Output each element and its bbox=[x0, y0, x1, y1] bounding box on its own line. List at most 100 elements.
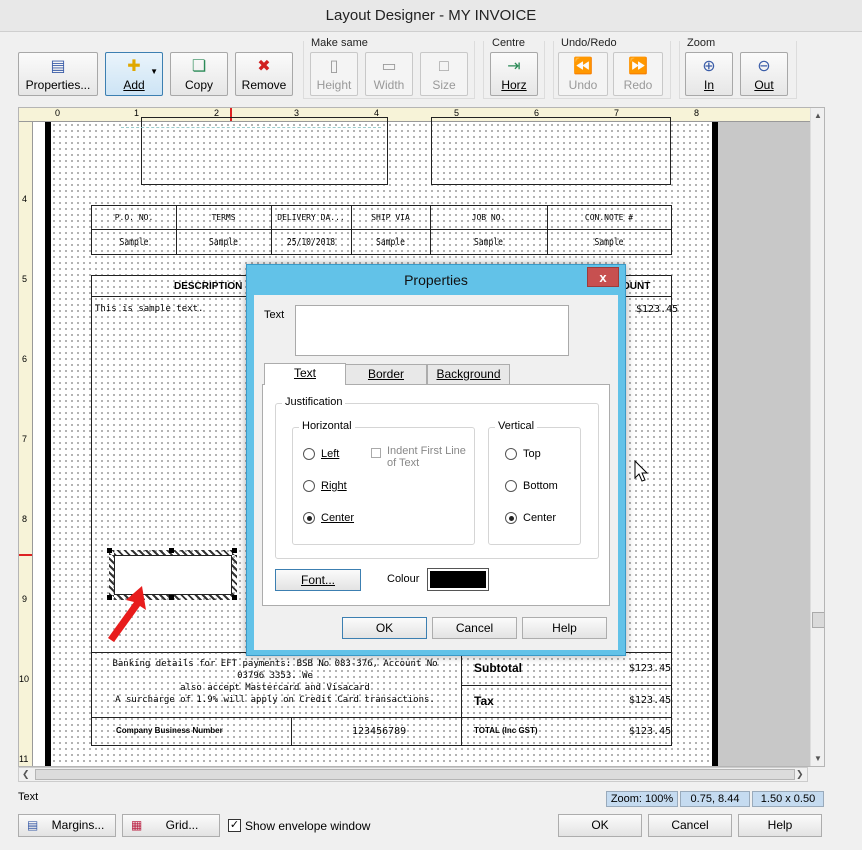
undo-redo-label: Undo/Redo bbox=[561, 37, 617, 49]
add-dropdown-icon[interactable]: ▼ bbox=[150, 67, 158, 76]
height-button[interactable]: ▯ Height bbox=[310, 52, 358, 96]
grid-button[interactable]: ▦ Grid... bbox=[122, 814, 220, 837]
height-icon: ▯ bbox=[329, 58, 339, 75]
value-con-note[interactable]: Sample bbox=[559, 237, 658, 248]
redo-button[interactable]: ⏩ Redo bbox=[613, 52, 663, 96]
make-same-label: Make same bbox=[311, 37, 368, 49]
tab-border[interactable]: Border bbox=[345, 364, 427, 386]
value-delivery[interactable]: 25/10/2018 bbox=[279, 237, 343, 248]
header-ship-via[interactable]: SHIP VIA bbox=[351, 213, 430, 222]
dialog-ok-button[interactable]: OK bbox=[342, 617, 427, 639]
scroll-thumb[interactable] bbox=[812, 612, 824, 628]
colour-swatch bbox=[430, 571, 486, 588]
scroll-up-icon[interactable]: ▲ bbox=[814, 111, 822, 120]
zoom-out-button[interactable]: ⊖ Out bbox=[740, 52, 788, 96]
scroll-down-icon[interactable]: ▼ bbox=[814, 754, 822, 763]
guide-line bbox=[121, 127, 381, 128]
radio-v-center[interactable]: Center bbox=[505, 512, 556, 525]
cancel-button[interactable]: Cancel bbox=[648, 814, 732, 837]
value-ship-via[interactable]: Sample bbox=[359, 237, 422, 248]
value-po[interactable]: Sample bbox=[100, 237, 167, 248]
help-button[interactable]: Help bbox=[738, 814, 822, 837]
margins-button[interactable]: ▤ Margins... bbox=[18, 814, 116, 837]
undo-icon: ⏪ bbox=[573, 58, 593, 75]
scroll-left-icon[interactable]: ❮ bbox=[22, 769, 30, 780]
radio-v-top[interactable]: Top bbox=[505, 448, 541, 461]
properties-button[interactable]: ▤ Properties... bbox=[18, 52, 98, 96]
centre-label: Centre bbox=[492, 37, 526, 49]
centre-horz-button[interactable]: ⇥ Horz bbox=[490, 52, 538, 96]
properties-dialog: Properties x Text Border Background Just… bbox=[246, 264, 626, 656]
radio-h-center[interactable]: Center bbox=[303, 512, 354, 525]
order-info-table[interactable]: P.O. NO. TERMS DELIVERY DA... SHIP VIA J… bbox=[91, 205, 672, 255]
total-value[interactable]: $123.45 bbox=[629, 726, 671, 737]
header-po[interactable]: P.O. NO. bbox=[92, 213, 176, 222]
zoom-out-icon: ⊖ bbox=[757, 58, 771, 75]
justification-group: Justification Horizontal Left Right Cent… bbox=[275, 396, 599, 559]
text-input[interactable] bbox=[295, 305, 569, 356]
value-terms[interactable]: Sample bbox=[186, 237, 262, 248]
scroll-right-icon[interactable]: ❯ bbox=[796, 769, 804, 780]
size-button[interactable]: □ Size bbox=[420, 52, 468, 96]
dialog-body: Text Border Background Justification Hor… bbox=[254, 295, 618, 650]
font-button[interactable]: Font... bbox=[275, 569, 361, 591]
undo-button[interactable]: ⏪ Undo bbox=[558, 52, 608, 96]
header-con-note[interactable]: CON.NOTE # bbox=[547, 213, 671, 222]
indent-checkbox[interactable] bbox=[371, 448, 381, 458]
banking-details[interactable]: Banking details for EFT payments: BSB No… bbox=[100, 658, 450, 706]
tax-label[interactable]: Tax bbox=[474, 694, 494, 708]
text-tab-panel: Justification Horizontal Left Right Cent… bbox=[262, 384, 610, 606]
description-header[interactable]: DESCRIPTION bbox=[174, 281, 242, 292]
dialog-title: Properties bbox=[404, 272, 468, 288]
close-button[interactable]: x bbox=[587, 267, 619, 287]
vertical-scrollbar[interactable]: ▲ ▼ bbox=[810, 108, 824, 766]
header-terms[interactable]: TERMS bbox=[176, 213, 271, 222]
colour-label: Colour bbox=[387, 573, 420, 585]
redo-icon: ⏩ bbox=[628, 58, 648, 75]
line-description[interactable]: This is sample text. bbox=[95, 304, 203, 314]
radio-v-bottom[interactable]: Bottom bbox=[505, 480, 558, 493]
subtotal-value[interactable]: $123.45 bbox=[629, 663, 671, 674]
offpage-area bbox=[718, 122, 810, 766]
header-job-no[interactable]: JOB NO. bbox=[430, 213, 547, 222]
width-button[interactable]: ▭ Width bbox=[365, 52, 413, 96]
ok-button[interactable]: OK bbox=[558, 814, 642, 837]
horizontal-scrollbar[interactable]: ❮ ❯ bbox=[18, 767, 808, 782]
resize-handle[interactable] bbox=[169, 548, 174, 553]
status-text: Text bbox=[18, 791, 39, 803]
ruler-marker bbox=[19, 554, 32, 556]
copy-icon: ❏ bbox=[191, 58, 207, 75]
window-title: Layout Designer - MY INVOICE bbox=[0, 0, 862, 32]
tax-value[interactable]: $123.45 bbox=[629, 695, 671, 706]
radio-h-right[interactable]: Right bbox=[303, 480, 347, 493]
text-label: Text bbox=[264, 309, 285, 321]
radio-h-left[interactable]: Left bbox=[303, 448, 339, 461]
resize-handle[interactable] bbox=[232, 548, 237, 553]
dialog-cancel-button[interactable]: Cancel bbox=[432, 617, 517, 639]
total-label[interactable]: TOTAL (Inc GST) bbox=[474, 726, 538, 735]
tab-background[interactable]: Background bbox=[427, 364, 510, 386]
remove-icon: ✖ bbox=[257, 58, 271, 75]
tab-text[interactable]: Text bbox=[264, 363, 346, 385]
cbn-label[interactable]: Company Business Number bbox=[116, 726, 223, 735]
resize-handle[interactable] bbox=[107, 548, 112, 553]
width-icon: ▭ bbox=[381, 58, 397, 75]
copy-button[interactable]: ❏ Copy bbox=[170, 52, 228, 96]
zoom-in-button[interactable]: ⊕ In bbox=[685, 52, 733, 96]
line-amount[interactable]: $123.45 bbox=[636, 304, 678, 315]
header-delivery[interactable]: DELIVERY DA... bbox=[271, 213, 351, 222]
amount-header[interactable]: OUNT bbox=[622, 281, 650, 292]
value-job-no[interactable]: Sample bbox=[442, 237, 536, 248]
scroll-thumb[interactable] bbox=[35, 769, 795, 780]
subtotal-label[interactable]: Subtotal bbox=[474, 661, 522, 675]
dialog-help-button[interactable]: Help bbox=[522, 617, 607, 639]
envelope-checkbox[interactable]: ✓ bbox=[228, 819, 241, 832]
add-button[interactable]: ✚ Add ▼ bbox=[105, 52, 163, 96]
colour-picker[interactable] bbox=[427, 568, 489, 591]
address-box-right[interactable] bbox=[431, 117, 671, 185]
indent-label: Indent First Line of Text bbox=[387, 445, 466, 469]
cbn-value[interactable]: 123456789 bbox=[352, 726, 406, 737]
horizontal-group: Horizontal Left Right Center Indent Firs… bbox=[292, 420, 475, 545]
remove-button[interactable]: ✖ Remove bbox=[235, 52, 293, 96]
zoom-label: Zoom bbox=[687, 37, 716, 49]
